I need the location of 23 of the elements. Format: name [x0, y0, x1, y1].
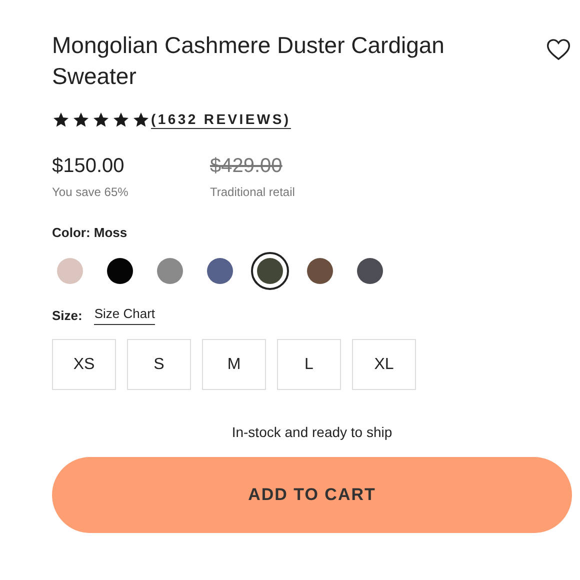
current-price: $150.00 — [52, 154, 126, 179]
star-icon — [92, 111, 110, 129]
size-option[interactable]: L — [277, 339, 341, 390]
add-to-cart-button[interactable]: ADD TO CART — [52, 457, 572, 533]
color-swatch[interactable] — [251, 252, 289, 290]
star-icon — [132, 111, 150, 129]
heart-icon[interactable] — [545, 36, 572, 63]
star-icon — [72, 111, 90, 129]
size-option[interactable]: XS — [52, 339, 116, 390]
size-option[interactable]: XL — [352, 339, 416, 390]
original-price: $429.00 — [210, 154, 284, 179]
product-title: Mongolian Cashmere Duster Cardigan Sweater — [52, 31, 446, 91]
star-icon — [112, 111, 130, 129]
stock-status: In-stock and ready to ship — [230, 424, 394, 440]
size-option[interactable]: M — [202, 339, 266, 390]
reviews-link[interactable]: (1632 REVIEWS) — [151, 111, 291, 129]
size-label: Size: — [52, 308, 82, 323]
size-chart-link[interactable]: Size Chart — [94, 306, 156, 325]
original-price-label: Traditional retail — [210, 185, 296, 199]
size-option[interactable]: S — [127, 339, 191, 390]
color-label: Color: Moss — [52, 225, 128, 240]
savings-text: You save 65% — [52, 185, 130, 199]
star-icon — [52, 111, 70, 129]
